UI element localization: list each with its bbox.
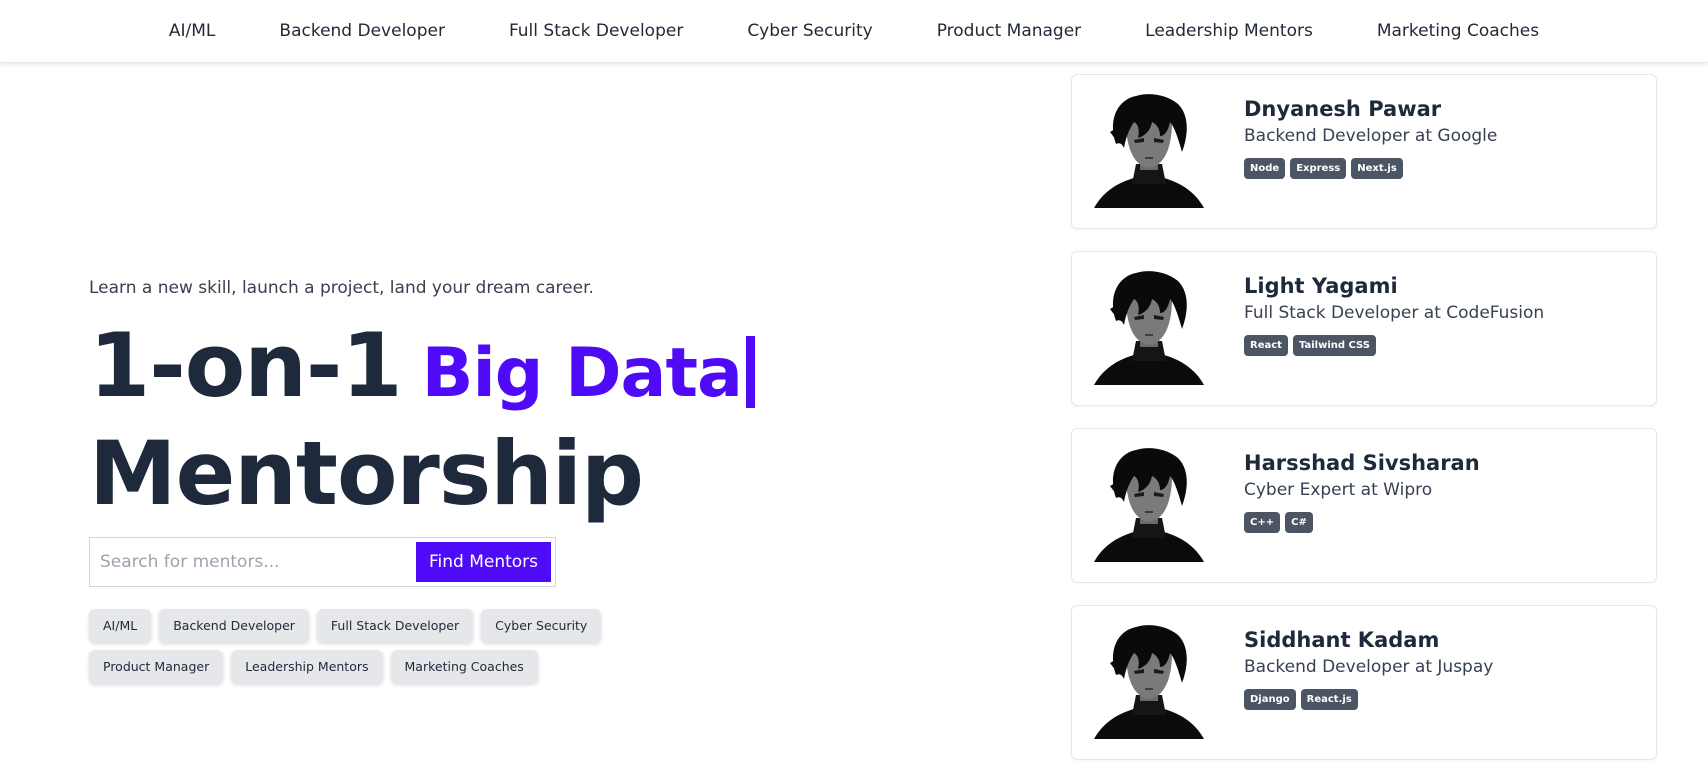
nav-link-backend-developer[interactable]: Backend Developer	[279, 21, 445, 41]
mentor-card[interactable]: Dnyanesh Pawar Backend Developer at Goog…	[1071, 74, 1657, 229]
nav-link-cyber-security[interactable]: Cyber Security	[747, 21, 872, 41]
skill-tag: Node	[1244, 158, 1286, 179]
nav-link-marketing-coaches[interactable]: Marketing Coaches	[1377, 21, 1539, 41]
headline-prefix: 1-on-1	[89, 314, 403, 417]
skill-tag: Next.js	[1351, 158, 1403, 179]
typing-cursor	[745, 336, 755, 408]
mentor-role: Backend Developer at Juspay	[1244, 657, 1494, 677]
mentor-skill-tags: C++ C#	[1244, 512, 1480, 533]
avatar-portrait-icon	[1090, 269, 1208, 387]
skill-tag: Tailwind CSS	[1292, 335, 1376, 356]
mentor-role: Full Stack Developer at CodeFusion	[1244, 303, 1545, 323]
skill-tag: React.js	[1300, 689, 1358, 710]
find-mentors-button[interactable]: Find Mentors	[416, 542, 551, 582]
mentor-skill-tags: Django React.js	[1244, 689, 1493, 710]
nav-link-leadership-mentors[interactable]: Leadership Mentors	[1145, 21, 1313, 41]
skill-tag: C++	[1244, 512, 1281, 533]
hero-section: Learn a new skill, launch a project, lan…	[89, 278, 849, 683]
mentor-info: Dnyanesh Pawar Backend Developer at Goog…	[1244, 97, 1497, 179]
mentor-info: Harsshad Sivsharan Cyber Expert at Wipro…	[1244, 451, 1480, 533]
skill-tag: Express	[1290, 158, 1347, 179]
mentor-cards: Dnyanesh Pawar Backend Developer at Goog…	[1071, 74, 1657, 777]
category-chip-product-manager[interactable]: Product Manager	[89, 650, 224, 683]
category-chip-leadership-mentors[interactable]: Leadership Mentors	[231, 650, 383, 683]
mentor-name: Siddhant Kadam	[1244, 628, 1440, 652]
headline-line-1: 1-on-1 Big Data	[89, 312, 849, 419]
category-chip-ai-ml[interactable]: AI/ML	[89, 609, 152, 642]
mentor-name: Dnyanesh Pawar	[1244, 97, 1442, 121]
avatar-portrait-icon	[1090, 92, 1208, 210]
mentor-role: Backend Developer at Google	[1244, 126, 1498, 146]
skill-tag: Django	[1244, 689, 1296, 710]
mentor-search-input[interactable]	[94, 542, 416, 582]
avatar-portrait-icon	[1090, 623, 1208, 741]
mentor-name: Light Yagami	[1244, 274, 1398, 298]
nav-link-product-manager[interactable]: Product Manager	[937, 21, 1081, 41]
nav-link-ai-ml[interactable]: AI/ML	[169, 21, 216, 41]
mentor-skill-tags: Node Express Next.js	[1244, 158, 1497, 179]
skill-tag: C#	[1285, 512, 1313, 533]
mentor-skill-tags: React Tailwind CSS	[1244, 335, 1544, 356]
nav-link-full-stack-developer[interactable]: Full Stack Developer	[509, 21, 683, 41]
category-chip-marketing-coaches[interactable]: Marketing Coaches	[390, 650, 538, 683]
mentor-search-bar: Find Mentors	[89, 537, 556, 587]
mentor-card[interactable]: Siddhant Kadam Backend Developer at Jusp…	[1071, 605, 1657, 760]
category-chip-backend-developer[interactable]: Backend Developer	[159, 609, 309, 642]
mentor-name: Harsshad Sivsharan	[1244, 451, 1480, 475]
hero-tagline: Learn a new skill, launch a project, lan…	[89, 278, 594, 298]
hero-headline: 1-on-1 Big Data Mentorship	[89, 312, 849, 529]
mentor-card[interactable]: Harsshad Sivsharan Cyber Expert at Wipro…	[1071, 428, 1657, 583]
top-navigation: AI/ML Backend Developer Full Stack Devel…	[0, 0, 1708, 63]
mentor-info: Siddhant Kadam Backend Developer at Jusp…	[1244, 628, 1493, 710]
typed-specialty: Big Data	[421, 334, 743, 413]
mentor-info: Light Yagami Full Stack Developer at Cod…	[1244, 274, 1544, 356]
category-chips: AI/ML Backend Developer Full Stack Devel…	[89, 609, 729, 683]
mentor-role: Cyber Expert at Wipro	[1244, 480, 1433, 500]
category-chip-full-stack-developer[interactable]: Full Stack Developer	[316, 609, 474, 642]
mentor-card[interactable]: Light Yagami Full Stack Developer at Cod…	[1071, 251, 1657, 406]
category-chip-cyber-security[interactable]: Cyber Security	[481, 609, 602, 642]
skill-tag: React	[1244, 335, 1288, 356]
avatar-portrait-icon	[1090, 446, 1208, 564]
headline-suffix: Mentorship	[89, 422, 644, 525]
